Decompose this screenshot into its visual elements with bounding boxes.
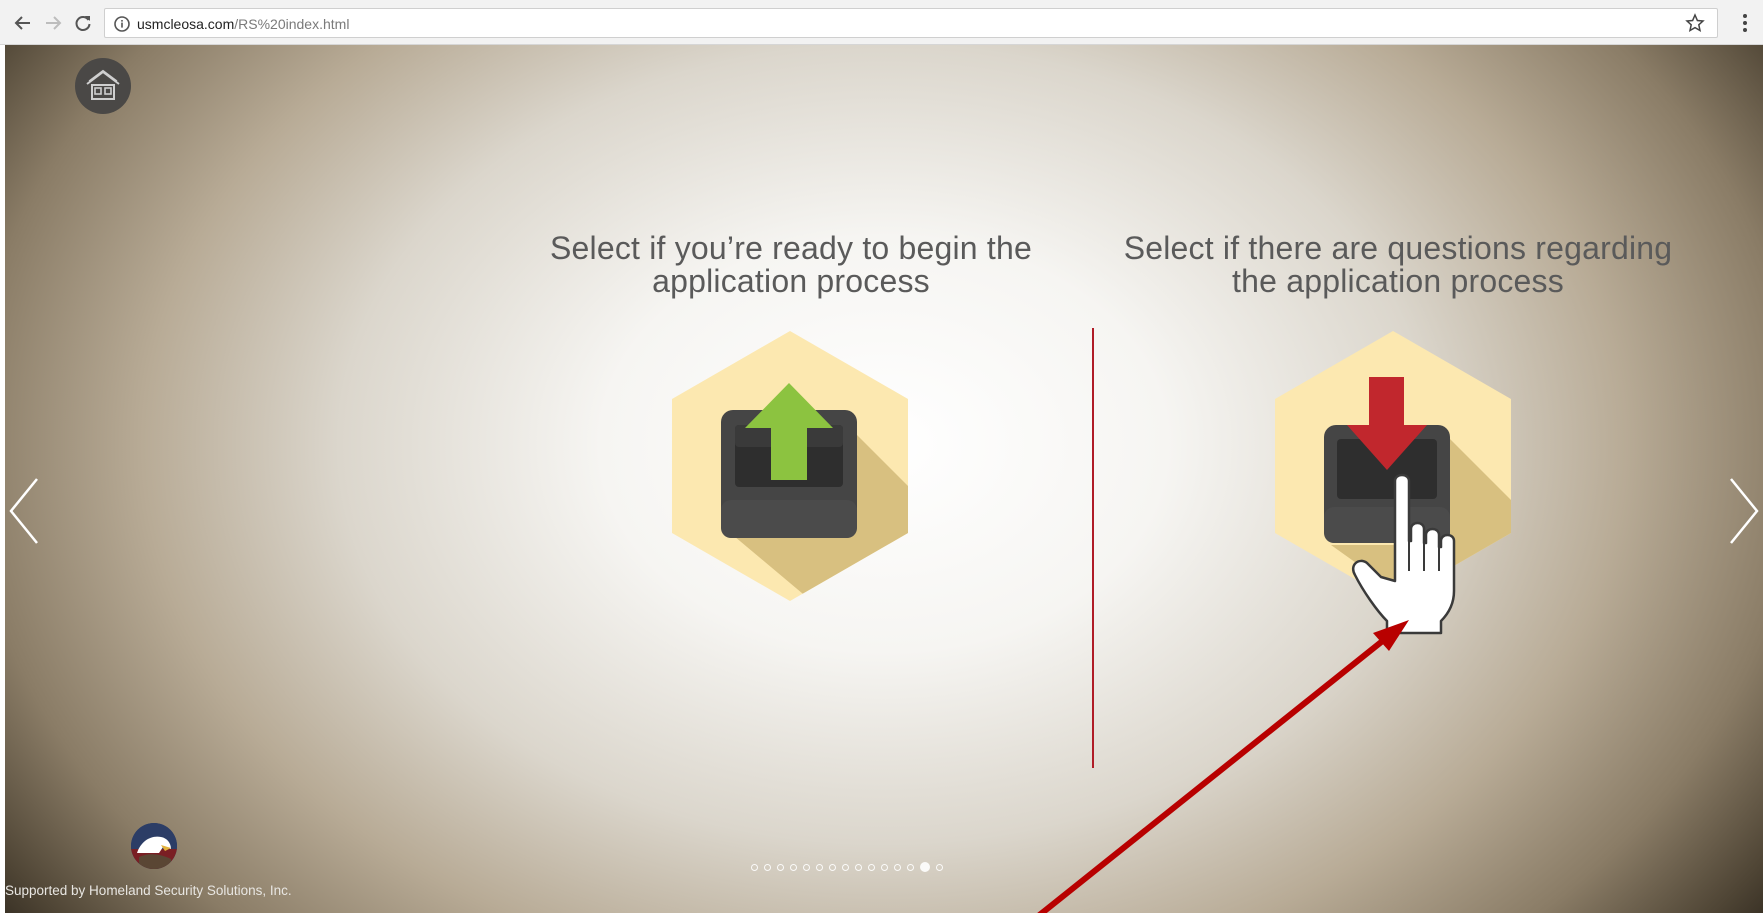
url-path: /RS%20index.html xyxy=(234,16,350,32)
pagination-dot[interactable] xyxy=(777,863,784,871)
pagination-dot[interactable] xyxy=(803,863,810,871)
heading-line: the application process xyxy=(1232,263,1564,299)
next-slide-button[interactable] xyxy=(1725,475,1761,545)
pagination-dot[interactable] xyxy=(868,863,875,871)
bookmark-star-icon[interactable] xyxy=(1685,13,1705,33)
address-bar[interactable]: usmcleosa.com/RS%20index.html xyxy=(104,8,1718,38)
hand-pointer-icon xyxy=(1351,473,1456,635)
begin-application-button[interactable] xyxy=(660,325,920,607)
pagination-dot[interactable] xyxy=(790,863,797,871)
pagination-dot[interactable] xyxy=(881,863,888,871)
upload-icon xyxy=(672,331,908,601)
questions-heading: Select if there are questions regarding … xyxy=(1098,232,1698,298)
pagination-dots xyxy=(751,862,943,872)
back-button[interactable] xyxy=(10,10,36,36)
pagination-dot[interactable] xyxy=(842,863,849,871)
pagination-dot[interactable] xyxy=(764,863,771,871)
forward-icon xyxy=(46,16,62,30)
center-divider xyxy=(1092,328,1094,768)
home-button[interactable] xyxy=(75,58,131,114)
slide: Select if you’re ready to begin the appl… xyxy=(5,45,1763,913)
heading-line: Select if you’re ready to begin the xyxy=(550,230,1032,266)
url-domain: usmcleosa.com xyxy=(137,16,235,32)
pagination-dot[interactable] xyxy=(855,863,862,871)
pagination-dot[interactable] xyxy=(829,863,836,871)
home-icon xyxy=(86,69,120,100)
pagination-dot[interactable] xyxy=(894,863,901,871)
heading-line: Select if there are questions regarding xyxy=(1123,230,1673,266)
pagination-dot[interactable] xyxy=(907,863,914,871)
begin-application-heading: Select if you’re ready to begin the appl… xyxy=(491,232,1091,298)
url-text[interactable]: usmcleosa.com/RS%20index.html xyxy=(137,15,349,33)
footer-text: Supported by Homeland Security Solutions… xyxy=(5,883,292,898)
browser-toolbar: usmcleosa.com/RS%20index.html xyxy=(0,0,1763,45)
back-icon xyxy=(14,16,30,30)
pagination-dot[interactable] xyxy=(751,863,758,871)
previous-slide-button[interactable] xyxy=(7,475,43,545)
menu-icon[interactable] xyxy=(1737,10,1753,36)
info-icon[interactable] xyxy=(113,15,131,33)
heading-line: application process xyxy=(652,263,930,299)
pagination-dot[interactable] xyxy=(936,863,943,871)
pagination-dot[interactable] xyxy=(920,862,930,872)
reload-icon xyxy=(75,16,91,31)
reload-button[interactable] xyxy=(70,10,96,36)
eagle-logo xyxy=(131,823,177,869)
forward-button[interactable] xyxy=(40,10,66,36)
eagle-icon xyxy=(131,823,177,869)
pagination-dot[interactable] xyxy=(816,863,823,871)
